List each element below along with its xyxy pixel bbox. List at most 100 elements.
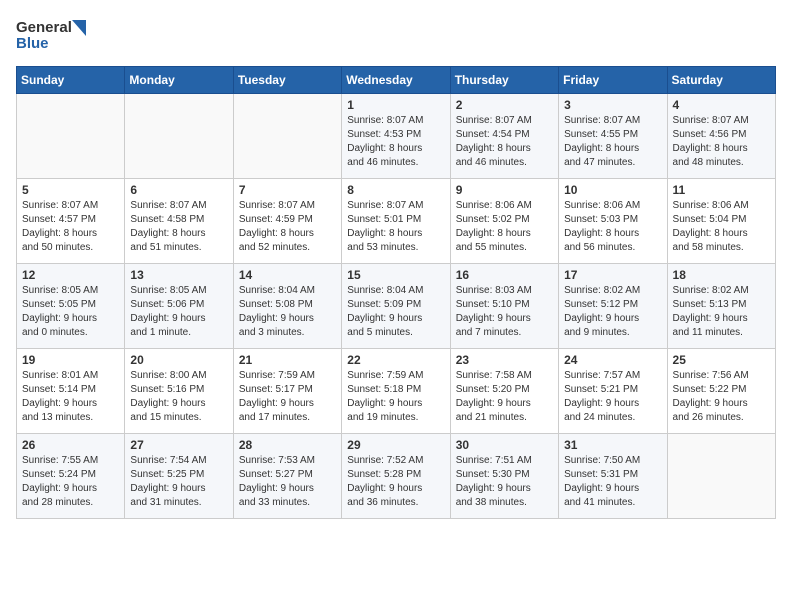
calendar-cell: 7Sunrise: 8:07 AM Sunset: 4:59 PM Daylig… (233, 179, 341, 264)
day-info: Sunrise: 7:59 AM Sunset: 5:18 PM Dayligh… (347, 369, 444, 425)
day-number: 26 (22, 438, 119, 452)
calendar-cell (125, 94, 233, 179)
day-number: 27 (130, 438, 227, 452)
calendar-cell: 22 Sunrise: 7:59 AM Sunset: 5:18 PM Dayli… (342, 349, 450, 434)
calendar-cell: 11 Sunrise: 8:06 AM Sunset: 5:04 PM Dayli… (667, 179, 775, 264)
day-number: 6 (130, 183, 227, 197)
day-number: 25 (673, 353, 770, 367)
weekday-header-monday: Monday (125, 67, 233, 94)
calendar-cell: 19 Sunrise: 8:01 AM Sunset: 5:14 PM Dayli… (17, 349, 125, 434)
day-info: Sunrise: 8:07 AM Sunset: 4:59 PM Dayligh… (239, 199, 336, 255)
page-header: GeneralBlue (16, 16, 776, 54)
calendar-cell: 25 Sunrise: 7:56 AM Sunset: 5:22 PM Dayli… (667, 349, 775, 434)
day-info: Sunrise: 8:07 AM Sunset: 4:53 PM Dayligh… (347, 114, 444, 170)
calendar-cell: 23 Sunrise: 7:58 AM Sunset: 5:20 PM Dayli… (450, 349, 558, 434)
day-info: Sunrise: 8:05 AM Sunset: 5:05 PM Dayligh… (22, 284, 119, 340)
day-info: Sunrise: 7:59 AM Sunset: 5:17 PM Dayligh… (239, 369, 336, 425)
day-number: 11 (673, 183, 770, 197)
week-row-1: 1 Sunrise: 8:07 AM Sunset: 4:53 PM Daylig… (17, 94, 776, 179)
svg-text:Blue: Blue (16, 35, 49, 52)
calendar-cell: 21Sunrise: 7:59 AM Sunset: 5:17 PM Dayli… (233, 349, 341, 434)
calendar-cell (233, 94, 341, 179)
calendar-cell: 12 Sunrise: 8:05 AM Sunset: 5:05 PM Dayli… (17, 264, 125, 349)
calendar-cell: 10 Sunrise: 8:06 AM Sunset: 5:03 PM Dayli… (559, 179, 667, 264)
calendar-cell: 9 Sunrise: 8:06 AM Sunset: 5:02 PM Daylig… (450, 179, 558, 264)
calendar-cell: 20 Sunrise: 8:00 AM Sunset: 5:16 PM Dayli… (125, 349, 233, 434)
day-number: 22 (347, 353, 444, 367)
day-info: Sunrise: 8:07 AM Sunset: 4:58 PM Dayligh… (130, 199, 227, 255)
day-info: Sunrise: 8:02 AM Sunset: 5:12 PM Dayligh… (564, 284, 661, 340)
day-info: Sunrise: 8:06 AM Sunset: 5:03 PM Dayligh… (564, 199, 661, 255)
day-info: Sunrise: 7:50 AM Sunset: 5:31 PM Dayligh… (564, 454, 661, 510)
day-number: 29 (347, 438, 444, 452)
logo-svg: GeneralBlue (16, 16, 96, 54)
day-info: Sunrise: 8:01 AM Sunset: 5:14 PM Dayligh… (22, 369, 119, 425)
day-info: Sunrise: 8:04 AM Sunset: 5:09 PM Dayligh… (347, 284, 444, 340)
calendar-cell: 16 Sunrise: 8:03 AM Sunset: 5:10 PM Dayli… (450, 264, 558, 349)
calendar-cell: 1 Sunrise: 8:07 AM Sunset: 4:53 PM Daylig… (342, 94, 450, 179)
day-number: 19 (22, 353, 119, 367)
calendar-cell: 31 Sunrise: 7:50 AM Sunset: 5:31 PM Dayli… (559, 434, 667, 519)
calendar-cell: 14 Sunrise: 8:04 AM Sunset: 5:08 PM Dayli… (233, 264, 341, 349)
week-row-2: 5 Sunrise: 8:07 AM Sunset: 4:57 PM Daylig… (17, 179, 776, 264)
day-number: 14 (239, 268, 336, 282)
day-number: 30 (456, 438, 553, 452)
day-info: Sunrise: 8:03 AM Sunset: 5:10 PM Dayligh… (456, 284, 553, 340)
day-number: 13 (130, 268, 227, 282)
day-number: 9 (456, 183, 553, 197)
weekday-header-friday: Friday (559, 67, 667, 94)
weekday-header-thursday: Thursday (450, 67, 558, 94)
calendar-cell: 28Sunrise: 7:53 AM Sunset: 5:27 PM Dayli… (233, 434, 341, 519)
weekday-header-tuesday: Tuesday (233, 67, 341, 94)
calendar-cell: 18Sunrise: 8:02 AM Sunset: 5:13 PM Dayli… (667, 264, 775, 349)
day-info: Sunrise: 7:57 AM Sunset: 5:21 PM Dayligh… (564, 369, 661, 425)
day-number: 10 (564, 183, 661, 197)
calendar-cell: 3 Sunrise: 8:07 AM Sunset: 4:55 PM Daylig… (559, 94, 667, 179)
day-number: 23 (456, 353, 553, 367)
day-info: Sunrise: 7:51 AM Sunset: 5:30 PM Dayligh… (456, 454, 553, 510)
day-info: Sunrise: 7:56 AM Sunset: 5:22 PM Dayligh… (673, 369, 770, 425)
logo: GeneralBlue (16, 16, 96, 54)
day-number: 12 (22, 268, 119, 282)
week-row-5: 26Sunrise: 7:55 AM Sunset: 5:24 PM Dayli… (17, 434, 776, 519)
day-info: Sunrise: 8:06 AM Sunset: 5:04 PM Dayligh… (673, 199, 770, 255)
weekday-header-wednesday: Wednesday (342, 67, 450, 94)
day-number: 24 (564, 353, 661, 367)
day-number: 20 (130, 353, 227, 367)
calendar-cell: 13Sunrise: 8:05 AM Sunset: 5:06 PM Dayli… (125, 264, 233, 349)
weekday-header-saturday: Saturday (667, 67, 775, 94)
day-number: 3 (564, 98, 661, 112)
svg-text:General: General (16, 19, 72, 36)
day-info: Sunrise: 7:53 AM Sunset: 5:27 PM Dayligh… (239, 454, 336, 510)
calendar-cell (667, 434, 775, 519)
calendar-cell: 27Sunrise: 7:54 AM Sunset: 5:25 PM Dayli… (125, 434, 233, 519)
calendar-cell: 2Sunrise: 8:07 AM Sunset: 4:54 PM Daylig… (450, 94, 558, 179)
calendar-cell: 5 Sunrise: 8:07 AM Sunset: 4:57 PM Daylig… (17, 179, 125, 264)
calendar-cell: 30 Sunrise: 7:51 AM Sunset: 5:30 PM Dayli… (450, 434, 558, 519)
day-info: Sunrise: 8:07 AM Sunset: 4:54 PM Dayligh… (456, 114, 553, 170)
day-number: 18 (673, 268, 770, 282)
day-info: Sunrise: 8:04 AM Sunset: 5:08 PM Dayligh… (239, 284, 336, 340)
day-info: Sunrise: 8:00 AM Sunset: 5:16 PM Dayligh… (130, 369, 227, 425)
day-info: Sunrise: 8:07 AM Sunset: 4:55 PM Dayligh… (564, 114, 661, 170)
weekday-header-sunday: Sunday (17, 67, 125, 94)
calendar-table: SundayMondayTuesdayWednesdayThursdayFrid… (16, 66, 776, 519)
calendar-cell (17, 94, 125, 179)
day-number: 31 (564, 438, 661, 452)
day-number: 17 (564, 268, 661, 282)
day-number: 1 (347, 98, 444, 112)
day-info: Sunrise: 8:07 AM Sunset: 4:57 PM Dayligh… (22, 199, 119, 255)
calendar-cell: 6 Sunrise: 8:07 AM Sunset: 4:58 PM Daylig… (125, 179, 233, 264)
day-number: 5 (22, 183, 119, 197)
day-number: 15 (347, 268, 444, 282)
day-info: Sunrise: 7:58 AM Sunset: 5:20 PM Dayligh… (456, 369, 553, 425)
calendar-cell: 8 Sunrise: 8:07 AM Sunset: 5:01 PM Daylig… (342, 179, 450, 264)
day-number: 16 (456, 268, 553, 282)
calendar-cell: 4Sunrise: 8:07 AM Sunset: 4:56 PM Daylig… (667, 94, 775, 179)
day-info: Sunrise: 8:07 AM Sunset: 5:01 PM Dayligh… (347, 199, 444, 255)
day-info: Sunrise: 7:52 AM Sunset: 5:28 PM Dayligh… (347, 454, 444, 510)
day-number: 8 (347, 183, 444, 197)
day-info: Sunrise: 8:06 AM Sunset: 5:02 PM Dayligh… (456, 199, 553, 255)
week-row-4: 19 Sunrise: 8:01 AM Sunset: 5:14 PM Dayli… (17, 349, 776, 434)
day-number: 4 (673, 98, 770, 112)
